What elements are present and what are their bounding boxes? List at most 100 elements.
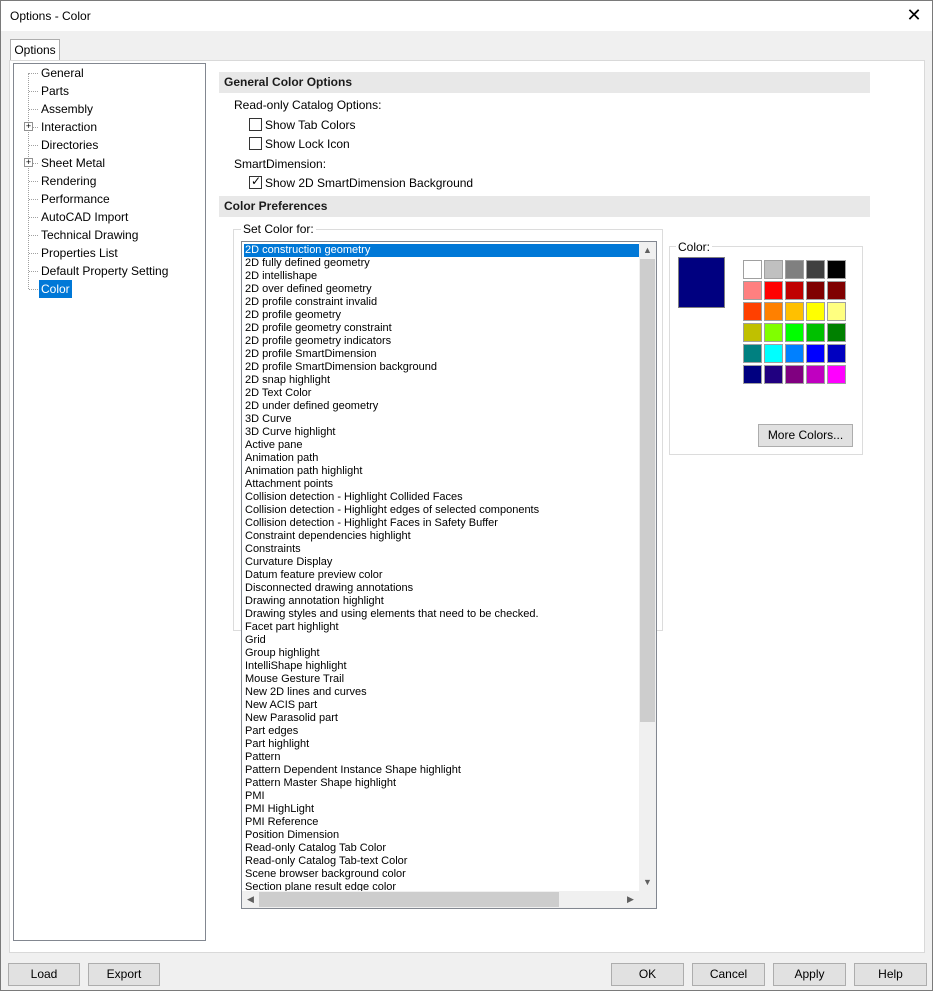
list-item[interactable]: Attachment points [244,478,639,491]
list-item[interactable]: Collision detection - Highlight edges of… [244,504,639,517]
list-item[interactable]: 2D intellishape [244,270,639,283]
expand-icon[interactable]: + [24,122,33,131]
list-item[interactable]: PMI [244,790,639,803]
color-swatch[interactable] [764,365,783,384]
list-item[interactable]: New 2D lines and curves [244,686,639,699]
show-tab-colors-label[interactable]: Show Tab Colors [265,118,356,132]
list-item[interactable]: Mouse Gesture Trail [244,673,639,686]
tree-item-default-property-setting[interactable]: Default Property Setting [14,262,204,280]
color-swatch[interactable] [764,323,783,342]
color-swatch[interactable] [806,365,825,384]
list-item[interactable]: Constraints [244,543,639,556]
color-swatch[interactable] [827,281,846,300]
color-swatch[interactable] [806,302,825,321]
tree-item-directories[interactable]: Directories [14,136,204,154]
scroll-down-icon[interactable]: ▼ [639,874,656,891]
color-swatch[interactable] [785,323,804,342]
color-swatch[interactable] [806,344,825,363]
list-item[interactable]: Pattern [244,751,639,764]
color-swatch[interactable] [785,281,804,300]
list-item[interactable]: Part edges [244,725,639,738]
color-swatch[interactable] [743,323,762,342]
list-item[interactable]: IntelliShape highlight [244,660,639,673]
list-item[interactable]: 2D over defined geometry [244,283,639,296]
list-item[interactable]: Drawing annotation highlight [244,595,639,608]
vertical-scroll-thumb[interactable] [640,259,655,722]
vertical-scrollbar[interactable]: ▲ ▼ [639,242,656,891]
tree-item-performance[interactable]: Performance [14,190,204,208]
list-item[interactable]: PMI Reference [244,816,639,829]
color-target-list[interactable]: 2D construction geometry 2D fully defined… [241,241,657,909]
list-item[interactable]: Collision detection - Highlight Faces in… [244,517,639,530]
list-item[interactable]: 2D Text Color [244,387,639,400]
color-swatch[interactable] [743,302,762,321]
scroll-left-icon[interactable]: ◀ [242,891,259,908]
color-swatch[interactable] [743,281,762,300]
tree-item-interaction[interactable]: + Interaction [14,118,204,136]
list-item[interactable]: PMI HighLight [244,803,639,816]
list-item[interactable]: Read-only Catalog Tab Color [244,842,639,855]
list-item[interactable]: 2D fully defined geometry [244,257,639,270]
color-swatch[interactable] [827,344,846,363]
list-item[interactable]: Pattern Master Shape highlight [244,777,639,790]
tree-item-properties-list[interactable]: Properties List [14,244,204,262]
color-swatch[interactable] [806,323,825,342]
list-item[interactable]: Animation path highlight [244,465,639,478]
horizontal-scrollbar[interactable]: ◀ ▶ [242,891,639,908]
tree-item-autocad-import[interactable]: AutoCAD Import [14,208,204,226]
color-swatch[interactable] [827,302,846,321]
list-item[interactable]: 2D snap highlight [244,374,639,387]
list-item[interactable]: Scene browser background color [244,868,639,881]
color-swatch[interactable] [743,260,762,279]
list-item[interactable]: 2D profile geometry [244,309,639,322]
list-item[interactable]: 2D construction geometry [244,244,639,257]
apply-button[interactable]: Apply [773,963,846,986]
list-item[interactable]: New ACIS part [244,699,639,712]
list-item[interactable]: 2D profile SmartDimension background [244,361,639,374]
show-2d-smartdimension-background-label[interactable]: Show 2D SmartDimension Background [265,176,473,190]
scroll-up-icon[interactable]: ▲ [639,242,656,259]
list-item[interactable]: Pattern Dependent Instance Shape highlig… [244,764,639,777]
list-item[interactable]: Disconnected drawing annotations [244,582,639,595]
list-item[interactable]: Active pane [244,439,639,452]
ok-button[interactable]: OK [611,963,684,986]
help-button[interactable]: Help [854,963,927,986]
tree-item-sheet-metal[interactable]: + Sheet Metal [14,154,204,172]
list-item[interactable]: 2D profile geometry constraint [244,322,639,335]
expand-icon[interactable]: + [24,158,33,167]
tree-item-general[interactable]: General [14,64,204,82]
scroll-right-icon[interactable]: ▶ [622,891,639,908]
color-swatch[interactable] [785,260,804,279]
color-swatch[interactable] [785,344,804,363]
close-icon[interactable]: ✕ [902,4,926,28]
more-colors-button[interactable]: More Colors... [758,424,853,447]
color-swatch[interactable] [785,302,804,321]
color-swatch[interactable] [827,260,846,279]
tree-item-technical-drawing[interactable]: Technical Drawing [14,226,204,244]
show-2d-smartdimension-background-checkbox[interactable]: ✓ [249,174,262,189]
color-swatch[interactable] [764,344,783,363]
color-swatch[interactable] [764,281,783,300]
list-item[interactable]: 2D profile SmartDimension [244,348,639,361]
list-item[interactable]: Read-only Catalog Tab-text Color [244,855,639,868]
list-item[interactable]: Drawing styles and using elements that n… [244,608,639,621]
list-item[interactable]: 2D under defined geometry [244,400,639,413]
options-tree[interactable]: General Parts Assembly + Interaction Director… [13,63,206,941]
tree-item-parts[interactable]: Parts [14,82,204,100]
list-item[interactable]: Grid [244,634,639,647]
color-swatch[interactable] [827,323,846,342]
color-swatch[interactable] [764,302,783,321]
cancel-button[interactable]: Cancel [692,963,765,986]
tree-item-assembly[interactable]: Assembly [14,100,204,118]
list-item[interactable]: Collision detection - Highlight Collided… [244,491,639,504]
show-tab-colors-checkbox[interactable] [249,118,262,131]
list-item[interactable]: Animation path [244,452,639,465]
list-item[interactable]: Facet part highlight [244,621,639,634]
export-button[interactable]: Export [88,963,160,986]
color-swatch[interactable] [785,365,804,384]
list-item[interactable]: Curvature Display [244,556,639,569]
list-item[interactable]: Position Dimension [244,829,639,842]
list-item[interactable]: Part highlight [244,738,639,751]
color-swatch[interactable] [827,365,846,384]
horizontal-scroll-thumb[interactable] [259,892,559,907]
